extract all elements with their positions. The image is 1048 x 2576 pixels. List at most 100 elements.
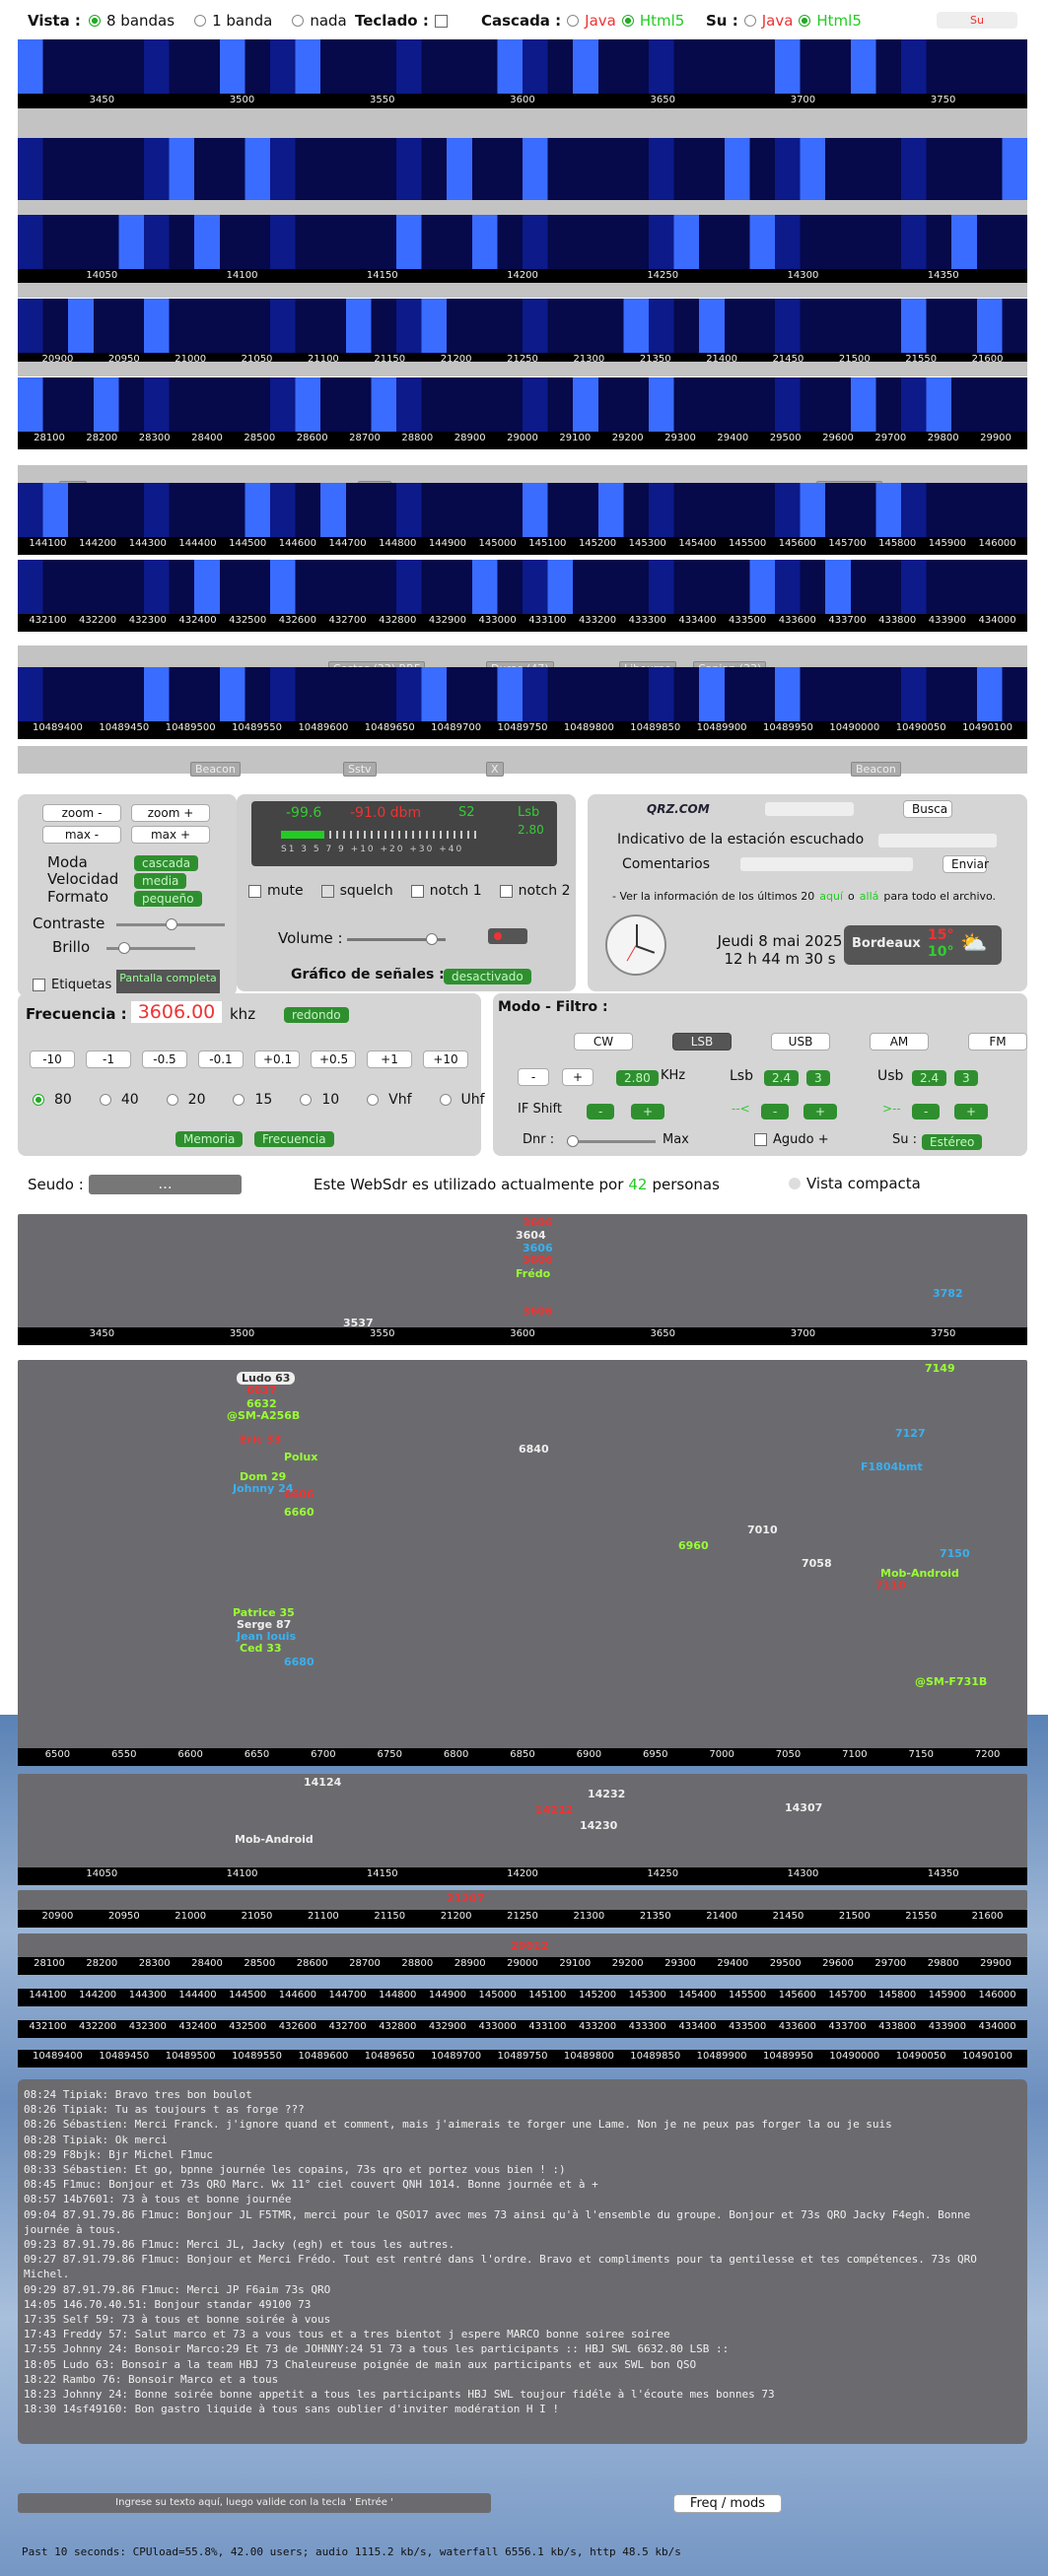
- station-label[interactable]: Sstv: [343, 762, 377, 777]
- grafico-value[interactable]: desactivado: [444, 969, 531, 984]
- indicativo-input[interactable]: [878, 834, 997, 847]
- seudo-input[interactable]: ...: [89, 1175, 242, 1194]
- spot-callsign[interactable]: 14307: [785, 1801, 822, 1814]
- band-radio[interactable]: [233, 1094, 245, 1106]
- lsb-high[interactable]: 3: [806, 1070, 830, 1086]
- spot-callsign[interactable]: 6660: [284, 1506, 314, 1519]
- freq-step-button[interactable]: -1: [86, 1051, 131, 1068]
- su-html5-radio[interactable]: [799, 15, 811, 27]
- contraste-slider[interactable]: [116, 918, 225, 930]
- spot-callsign[interactable]: Polux: [284, 1451, 317, 1463]
- frequency-input[interactable]: 3606.00: [131, 1001, 222, 1023]
- mode-button[interactable]: USB: [771, 1033, 830, 1051]
- station-label[interactable]: X: [486, 762, 504, 777]
- usb-low[interactable]: 2.4: [912, 1070, 947, 1086]
- spot-callsign[interactable]: 7149: [925, 1362, 955, 1375]
- vista-8-radio[interactable]: [89, 15, 101, 27]
- estereo-button[interactable]: Estéreo: [922, 1134, 983, 1150]
- velocidad-value[interactable]: media: [134, 873, 187, 889]
- station-label[interactable]: Beacon: [190, 762, 241, 777]
- usb-shift-plus[interactable]: +: [954, 1104, 989, 1119]
- memoria-button[interactable]: Memoria: [175, 1131, 244, 1147]
- moda-value[interactable]: cascada: [134, 855, 199, 871]
- spot-callsign[interactable]: 7127: [895, 1427, 926, 1440]
- alla-link[interactable]: allá: [860, 890, 879, 903]
- spot-callsign[interactable]: 14124: [304, 1776, 341, 1789]
- mode-button[interactable]: CW: [574, 1033, 633, 1051]
- qrz-input[interactable]: [765, 802, 854, 816]
- station-label[interactable]: Beacon: [851, 762, 901, 777]
- teclado-checkbox[interactable]: [434, 14, 448, 28]
- freq-step-button[interactable]: -0.5: [142, 1051, 187, 1068]
- band-radio[interactable]: [33, 1094, 44, 1106]
- aqui-link[interactable]: aquí: [819, 890, 843, 903]
- band-radio[interactable]: [439, 1094, 452, 1106]
- mute-checkbox[interactable]: [248, 884, 261, 898]
- spot-callsign[interactable]: Mob-Android: [235, 1833, 314, 1846]
- band-radio[interactable]: [300, 1094, 313, 1106]
- freq-mods-button[interactable]: Freq / mods: [673, 2494, 782, 2513]
- spot-callsign[interactable]: 6840: [519, 1443, 549, 1456]
- usb-high[interactable]: 3: [954, 1070, 978, 1086]
- waterfall-1[interactable]: [18, 138, 1027, 207]
- volume-slider[interactable]: [347, 933, 446, 945]
- lsb-shift-minus[interactable]: -: [761, 1104, 790, 1119]
- spot-callsign[interactable]: Eric 33: [240, 1433, 281, 1446]
- spot-callsign[interactable]: 3782: [933, 1287, 963, 1300]
- brillo-slider[interactable]: [106, 942, 195, 954]
- waterfall-0[interactable]: [18, 39, 1027, 94]
- spot-callsign[interactable]: 6680: [284, 1656, 314, 1668]
- spot-callsign[interactable]: 7010: [747, 1524, 778, 1536]
- spot-callsign[interactable]: F1804bmt: [861, 1460, 923, 1473]
- enviar-button[interactable]: Enviar: [943, 855, 989, 873]
- busca-button[interactable]: Busca: [903, 800, 952, 818]
- max-plus-button[interactable]: max +: [131, 826, 210, 844]
- ifshift-minus[interactable]: -: [587, 1104, 615, 1119]
- freq-step-button[interactable]: +1: [367, 1051, 412, 1068]
- redondo-button[interactable]: redondo: [284, 1007, 349, 1023]
- spot-callsign[interactable]: 29012: [511, 1939, 548, 1952]
- ifshift-plus[interactable]: +: [631, 1104, 665, 1119]
- su-java-radio[interactable]: [743, 15, 756, 27]
- chat-input[interactable]: Ingrese su texto aquí, luego valide con …: [18, 2493, 491, 2513]
- lsb-low[interactable]: 2.4: [764, 1070, 800, 1086]
- mode-button[interactable]: AM: [870, 1033, 929, 1051]
- agudo-checkbox[interactable]: [754, 1133, 767, 1146]
- waterfall-2[interactable]: [18, 215, 1027, 269]
- frecuencia-button[interactable]: Frecuencia: [254, 1131, 334, 1147]
- spot-callsign[interactable]: Ced 33: [240, 1642, 282, 1655]
- dnr-slider[interactable]: [567, 1135, 656, 1147]
- mode-button[interactable]: FM: [968, 1033, 1027, 1051]
- waterfall-7[interactable]: [18, 667, 1027, 721]
- waterfall-5[interactable]: [18, 483, 1027, 537]
- waterfall-6[interactable]: [18, 560, 1027, 614]
- max-minus-button[interactable]: max -: [42, 826, 121, 844]
- spot-callsign[interactable]: @SM-F731B: [915, 1675, 987, 1688]
- vista-nada-radio[interactable]: [292, 15, 305, 27]
- zoom-minus-button[interactable]: zoom -: [42, 804, 121, 822]
- band-radio[interactable]: [367, 1094, 380, 1106]
- spot-callsign[interactable]: @SM-A256B: [227, 1409, 300, 1422]
- spot-callsign[interactable]: 3606: [523, 1254, 553, 1266]
- vista-1-radio[interactable]: [194, 15, 207, 27]
- freq-step-button[interactable]: -10: [30, 1051, 75, 1068]
- formato-value[interactable]: pequeño: [134, 891, 202, 907]
- mode-button[interactable]: LSB: [672, 1033, 732, 1051]
- cascada-java-radio[interactable]: [567, 15, 580, 27]
- freq-step-button[interactable]: +0.5: [311, 1051, 356, 1068]
- spot-callsign[interactable]: 6606: [284, 1488, 314, 1501]
- waterfall-4[interactable]: [18, 377, 1027, 432]
- spot-callsign[interactable]: 14230: [580, 1819, 617, 1832]
- spot-callsign[interactable]: 7110: [875, 1579, 906, 1592]
- spot-callsign[interactable]: 21207: [447, 1892, 484, 1905]
- bw-minus-button[interactable]: -: [518, 1068, 549, 1086]
- lsb-shift-plus[interactable]: +: [803, 1104, 838, 1119]
- spot-callsign[interactable]: 3606: [523, 1305, 553, 1318]
- freq-step-button[interactable]: -0.1: [198, 1051, 244, 1068]
- freq-step-button[interactable]: +0.1: [254, 1051, 300, 1068]
- su-button[interactable]: Su: [937, 12, 1017, 29]
- etiquetas-checkbox[interactable]: [33, 979, 45, 991]
- freq-step-button[interactable]: +10: [423, 1051, 468, 1068]
- spot-callsign[interactable]: 14232: [588, 1788, 625, 1800]
- waterfall-3[interactable]: [18, 299, 1027, 353]
